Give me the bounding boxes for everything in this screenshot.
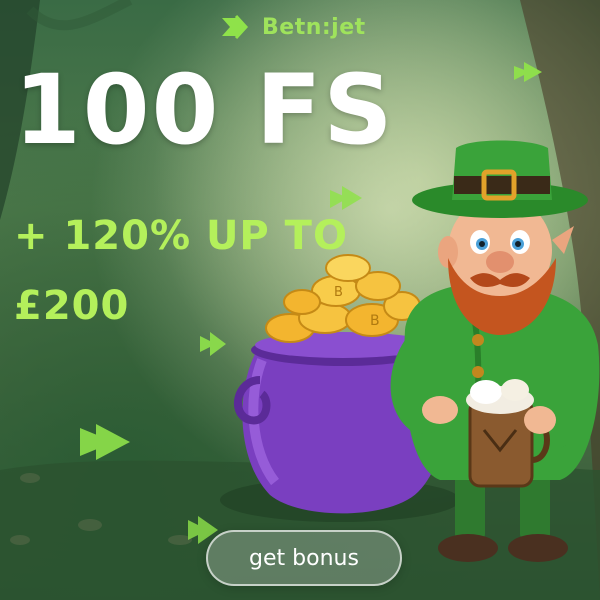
pot-of-gold: B B <box>220 254 460 522</box>
leprechaun <box>390 140 600 562</box>
svg-text:B: B <box>334 285 343 300</box>
beer-mug <box>466 379 550 488</box>
offer-line-2: £200 <box>14 283 130 329</box>
logo-text: Betn:jet <box>262 14 366 40</box>
chevron-right-icon <box>80 424 130 460</box>
offer-line-1: + 120% UP TO <box>14 213 348 259</box>
chevron-right-icon <box>200 332 226 356</box>
get-bonus-button[interactable]: get bonus <box>206 530 402 586</box>
coin-icon: B B <box>265 254 421 343</box>
headline: 100 FS <box>14 54 395 166</box>
logo-chevron-icon <box>220 14 254 40</box>
svg-text:B: B <box>370 313 380 329</box>
chevron-right-icon <box>514 62 542 82</box>
promo-banner: Betn:jet 100 FS + 120% UP TO £200 B B ge… <box>0 0 600 600</box>
chevron-right-icon <box>330 186 362 210</box>
brand-logo: Betn:jet <box>220 14 366 40</box>
